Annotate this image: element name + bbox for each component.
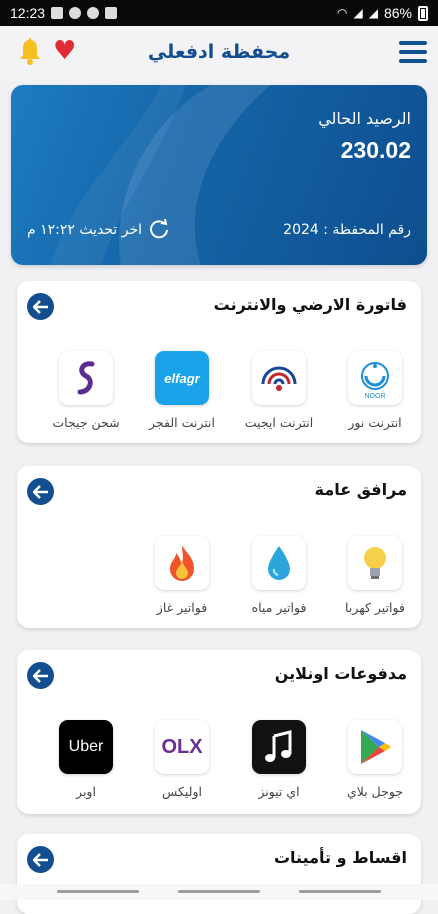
- status-bar: 12:23 ◠ ◢ ◢ 86%: [0, 0, 438, 26]
- service-label: اي تيونز: [258, 784, 300, 799]
- elfagr-logo-text: elfagr: [164, 370, 200, 386]
- status-time: 12:23: [10, 5, 46, 21]
- section-online-payments: مدفوعات اونلاين جوجل بلاي اي تيونز OLX ا…: [17, 650, 421, 814]
- service-gas[interactable]: فواتير غاز: [137, 536, 227, 615]
- section-utilities: مرافق عامة فواتير كهربا فواتير مياه فوات…: [17, 466, 421, 628]
- nav-home-button[interactable]: [178, 890, 260, 893]
- section-landline-internet: فاتورة الارضي والانترنت NOOR انترنت نور: [17, 281, 421, 443]
- olx-logo-text: OLX: [161, 735, 203, 758]
- service-label: شحن جيجات: [52, 415, 120, 430]
- service-label: جوجل بلاي: [346, 784, 404, 799]
- nav-back-button[interactable]: [299, 890, 381, 893]
- itunes-icon: [252, 720, 306, 774]
- signal-icon: ◢: [368, 6, 378, 20]
- refresh-icon: [150, 219, 169, 239]
- wallet-number: رقم المحفظة : 2024: [283, 222, 411, 238]
- service-label: اوبر: [76, 784, 96, 799]
- service-we-gigs[interactable]: شحن جيجات: [41, 351, 131, 430]
- service-noor[interactable]: NOOR انترنت نور: [330, 351, 420, 430]
- back-arrow-button[interactable]: [27, 846, 54, 873]
- notification-icon: [69, 7, 82, 19]
- signal-icon: ◢: [353, 6, 363, 20]
- page-title: محفظة ادفعلي: [147, 41, 291, 63]
- noor-icon: NOOR: [348, 351, 402, 405]
- section-title: مدفوعات اونلاين: [274, 664, 407, 683]
- menu-icon[interactable]: [399, 41, 427, 65]
- balance-label: الرصيد الحالي: [318, 109, 411, 128]
- service-itunes[interactable]: اي تيونز: [234, 720, 324, 799]
- uber-icon: Uber: [59, 720, 113, 774]
- svg-text:NOOR: NOOR: [365, 393, 386, 400]
- we-icon: [59, 351, 113, 405]
- elfagr-icon: elfagr: [155, 351, 209, 405]
- app-bar: ♥ محفظة ادفعلي: [0, 26, 438, 82]
- section-title: فاتورة الارضي والانترنت: [213, 295, 407, 314]
- service-label: انترنت الفجر: [149, 415, 215, 430]
- gallery-icon: [105, 7, 118, 19]
- battery-percentage: 86%: [383, 5, 412, 21]
- balance-amount: 230.02: [340, 137, 411, 163]
- service-label: انترنت نور: [348, 415, 402, 430]
- back-arrow-button[interactable]: [27, 478, 54, 505]
- section-installments-insurance: اقساط و تأمينات: [17, 834, 421, 914]
- service-google-play[interactable]: جوجل بلاي: [330, 720, 420, 799]
- service-label: فواتير كهربا: [345, 600, 405, 615]
- service-elfagr[interactable]: elfagr انترنت الفجر: [137, 351, 227, 430]
- service-label: فواتير غاز: [156, 600, 208, 615]
- wallet-balance-card: الرصيد الحالي 230.02 رقم المحفظة : 2024 …: [11, 85, 427, 265]
- refresh-button[interactable]: اخر تحديث ١٢:٢٢ م: [27, 219, 170, 241]
- service-water[interactable]: فواتير مياه: [234, 536, 324, 615]
- fire-icon: [155, 536, 209, 590]
- section-title: اقساط و تأمينات: [273, 848, 407, 867]
- back-arrow-button[interactable]: [27, 293, 54, 320]
- lightbulb-icon: [348, 536, 402, 590]
- service-label: فواتير مياه: [251, 600, 307, 615]
- system-nav-bar: [0, 884, 438, 900]
- wifi-icon: ◠: [337, 6, 348, 20]
- nav-recents-button[interactable]: [57, 890, 139, 893]
- notification-icon: [51, 7, 64, 19]
- water-drop-icon: [252, 536, 306, 590]
- battery-icon: [418, 5, 428, 21]
- google-play-icon: [348, 720, 402, 774]
- uber-logo-text: Uber: [68, 738, 104, 755]
- olx-icon: OLX: [155, 720, 209, 774]
- service-label: انترنت ايجيت: [244, 415, 314, 430]
- back-arrow-button[interactable]: [27, 662, 54, 689]
- section-title: مرافق عامة: [314, 480, 407, 499]
- notification-icon: [87, 7, 100, 19]
- egynet-icon: [252, 351, 306, 405]
- service-electricity[interactable]: فواتير كهربا: [330, 536, 420, 615]
- service-uber[interactable]: Uber اوبر: [41, 720, 131, 799]
- last-update-text: اخر تحديث ١٢:٢٢ م: [27, 222, 143, 238]
- service-egynet[interactable]: انترنت ايجيت: [234, 351, 324, 430]
- service-label: اوليكس: [162, 784, 202, 799]
- service-olx[interactable]: OLX اوليكس: [137, 720, 227, 799]
